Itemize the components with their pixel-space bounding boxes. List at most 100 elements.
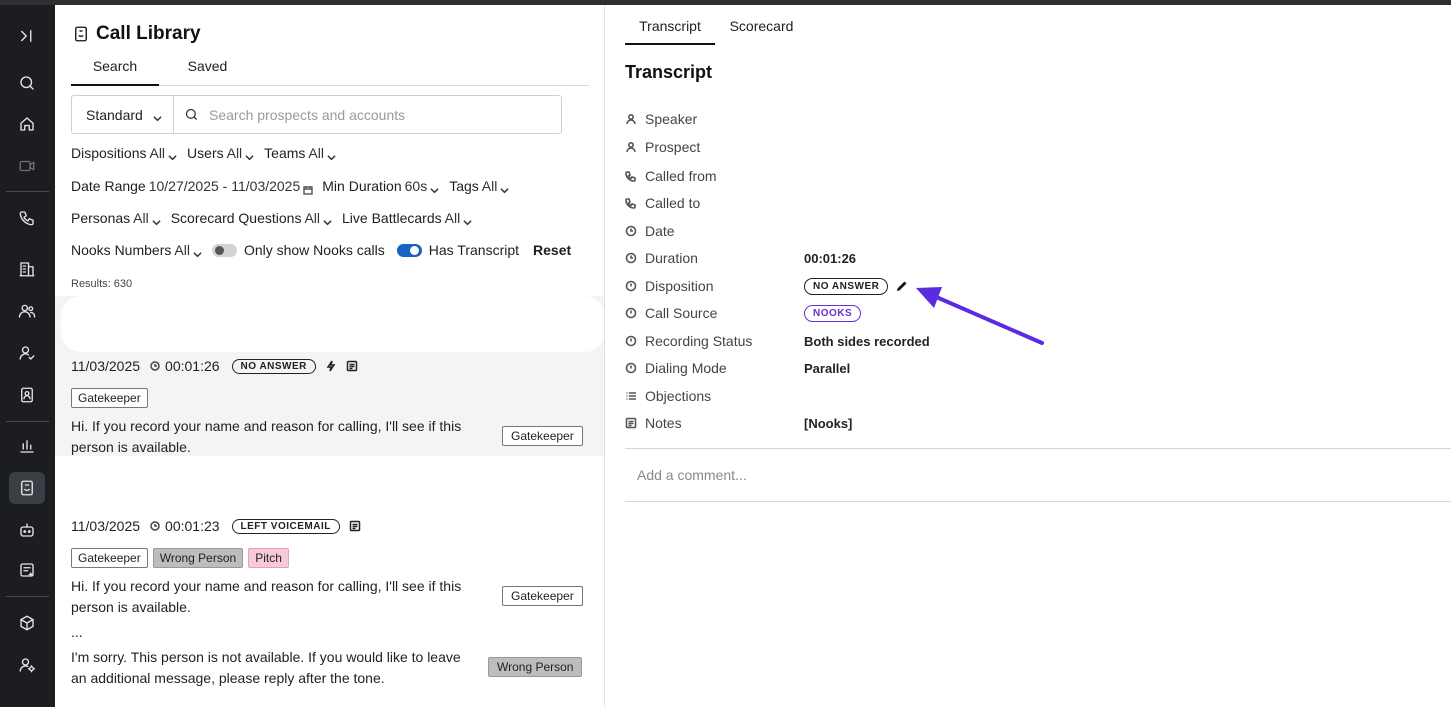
search-mode-select[interactable]: Standard	[72, 96, 174, 133]
filter-nooks-numbers[interactable]: Nooks Numbers All	[71, 242, 202, 258]
chevron-down-icon	[153, 110, 162, 122]
filter-value: 60s	[404, 178, 428, 194]
clock-icon	[625, 252, 637, 264]
field-date: Date	[625, 221, 675, 241]
call-detail-panel: Transcript Scorecard Transcript Speaker …	[605, 5, 1451, 707]
results-count: Results: 630	[71, 278, 133, 290]
call-library-icon[interactable]	[9, 472, 45, 504]
filter-value: All	[444, 210, 461, 226]
card-spacer	[61, 296, 604, 352]
phone-icon[interactable]	[9, 202, 45, 234]
lightning-icon	[325, 360, 337, 372]
field-label: Disposition	[645, 278, 714, 294]
only-nooks-label: Only show Nooks calls	[243, 242, 385, 258]
toggle-knob	[214, 245, 224, 255]
chevron-down-icon	[323, 214, 332, 225]
field-label: Recording Status	[645, 333, 753, 349]
reset-button[interactable]: Reset	[533, 242, 571, 258]
tag-gatekeeper: Gatekeeper	[71, 548, 148, 568]
detail-title: Transcript	[625, 62, 713, 82]
field-disposition: Disposition	[625, 276, 713, 296]
call-library-title-icon	[75, 26, 87, 42]
filter-live-battlecards[interactable]: Live Battlecards All	[342, 210, 472, 226]
call-meta: 11/03/2025 00:01:23 LEFT VOICEMAIL	[71, 518, 361, 534]
filter-tags[interactable]: Tags All	[449, 178, 509, 194]
field-label: Notes	[645, 415, 682, 431]
bot-icon[interactable]	[9, 514, 45, 546]
search-icon[interactable]	[9, 67, 45, 99]
call-list-item[interactable]: 11/03/2025 00:01:23 LEFT VOICEMAIL Gatek…	[55, 456, 604, 707]
filter-label: Min Duration	[322, 178, 402, 194]
only-nooks-toggle[interactable]	[211, 243, 237, 257]
tag-wrong-person: Wrong Person	[152, 548, 244, 568]
call-date: 11/03/2025	[71, 518, 141, 534]
field-called-to: Called to	[625, 193, 700, 213]
chevron-down-icon	[168, 149, 177, 160]
call-meta: 11/03/2025 00:01:26 NO ANSWER	[71, 358, 358, 374]
list-icon	[625, 390, 637, 402]
call-list-item[interactable]: 11/03/2025 00:01:26 NO ANSWER Gatekeeper…	[55, 296, 604, 456]
filter-scorecard-questions[interactable]: Scorecard Questions All	[171, 210, 332, 226]
search-input[interactable]	[209, 106, 539, 123]
filter-label: Live Battlecards	[342, 210, 442, 226]
nav-divider	[6, 596, 49, 597]
tab-transcript[interactable]: Transcript	[625, 11, 715, 45]
info-circle-icon	[625, 335, 637, 347]
card-spacer	[61, 456, 604, 512]
filter-label: Scorecard Questions	[170, 210, 302, 226]
transcript-icon[interactable]	[346, 360, 358, 372]
transcript-icon[interactable]	[349, 520, 361, 532]
user-check-icon[interactable]	[9, 337, 45, 369]
filter-personas[interactable]: Personas All	[71, 210, 161, 226]
snippet-tag-wrong-person: Wrong Person	[488, 657, 583, 677]
comment-input[interactable]	[637, 467, 1337, 483]
chevron-down-icon	[245, 149, 254, 160]
filter-teams[interactable]: Teams All	[264, 145, 336, 161]
tab-saved[interactable]: Saved	[175, 57, 240, 86]
users-icon[interactable]	[9, 295, 45, 327]
call-source-pill: NOOKS	[804, 304, 862, 322]
disposition-value: NO ANSWER	[804, 276, 908, 296]
info-circle-icon	[625, 307, 637, 319]
disposition-badge: LEFT VOICEMAIL	[231, 518, 340, 534]
field-prospect: Prospect	[625, 137, 700, 157]
has-transcript-label: Has Transcript	[428, 242, 520, 258]
info-circle-icon	[625, 362, 637, 374]
disposition-pill: NO ANSWER	[804, 277, 889, 295]
tab-search[interactable]: Search	[71, 57, 159, 86]
field-label: Called to	[645, 195, 701, 211]
cube-icon[interactable]	[9, 607, 45, 639]
transcript-snippet: Hi. If you record your name and reason f…	[71, 418, 462, 455]
collapse-sidebar-icon[interactable]	[9, 20, 45, 52]
filter-date-range[interactable]: Date Range 10/27/2025 - 11/03/2025	[71, 178, 313, 195]
search-bar: Standard	[71, 95, 562, 134]
filter-label: Nooks Numbers	[71, 242, 172, 258]
contacts-book-icon[interactable]	[9, 379, 45, 411]
field-label: Date	[645, 223, 675, 239]
list-add-icon[interactable]	[9, 554, 45, 586]
video-icon[interactable]	[9, 150, 45, 182]
home-icon[interactable]	[9, 108, 45, 140]
tab-scorecard[interactable]: Scorecard	[723, 11, 800, 45]
accounts-building-icon[interactable]	[9, 253, 45, 285]
user-settings-icon[interactable]	[9, 649, 45, 681]
filter-min-duration[interactable]: Min Duration 60s	[322, 178, 439, 194]
field-label: Call Source	[645, 305, 718, 321]
pencil-edit-icon[interactable]	[896, 280, 908, 292]
clock-icon	[150, 361, 160, 371]
bar-chart-icon[interactable]	[9, 430, 45, 462]
has-transcript-toggle[interactable]	[396, 243, 422, 257]
filter-users[interactable]: Users All	[187, 145, 254, 161]
filter-dispositions[interactable]: Dispositions All	[71, 145, 177, 161]
filter-label: Personas	[71, 210, 131, 226]
phone-out-icon	[625, 170, 637, 182]
field-label: Prospect	[645, 139, 701, 155]
filter-value: All	[226, 145, 243, 161]
recording-status-value: Both sides recorded	[804, 333, 930, 349]
filter-label: Tags	[449, 178, 479, 194]
page-title-text: Call Library	[96, 23, 201, 44]
chevron-down-icon	[152, 214, 161, 225]
dialing-mode-value: Parallel	[804, 360, 851, 376]
filter-label: Users	[187, 145, 224, 161]
search-mode-value: Standard	[86, 106, 143, 123]
